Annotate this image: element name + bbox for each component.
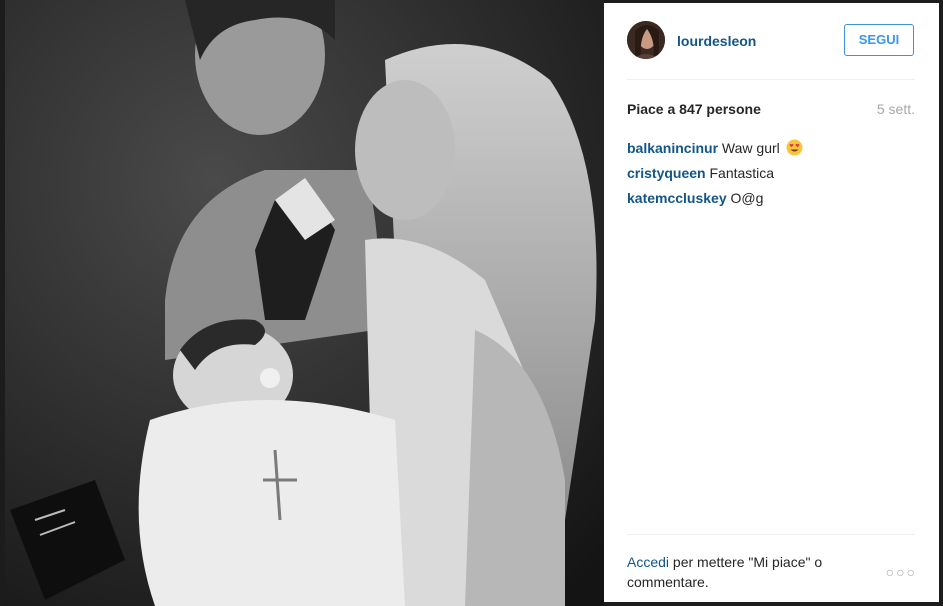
post-header: lourdesleon SEGUI	[604, 3, 939, 81]
comment-item: cristyqueen Fantastica	[627, 163, 917, 188]
username-link[interactable]: lourdesleon	[677, 33, 756, 49]
login-link[interactable]: Accedi	[627, 554, 669, 570]
comment-text: O@g	[730, 190, 764, 206]
comments-list: balkanincinur Waw gurl cristyqueen Fanta…	[627, 138, 917, 213]
more-options-icon[interactable]: ○○○	[886, 564, 917, 580]
user-avatar[interactable]	[627, 21, 665, 59]
comment-text: Fantastica	[709, 165, 775, 181]
login-prompt: Accedi per mettere "Mi piace" o commenta…	[627, 552, 867, 592]
likes-count[interactable]: Piace a 847 persone	[627, 101, 761, 117]
comment-author[interactable]: cristyqueen	[627, 165, 706, 181]
heart-eyes-emoji-icon	[786, 139, 803, 156]
header-divider	[627, 79, 915, 80]
comment-author[interactable]: balkanincinur	[627, 140, 718, 156]
comment-text: Waw gurl	[721, 140, 780, 156]
comment-item: katemccluskey O@g	[627, 188, 917, 213]
post-photo[interactable]	[5, 0, 604, 606]
footer-divider	[627, 534, 915, 535]
comment-author[interactable]: katemccluskey	[627, 190, 727, 206]
comment-item: balkanincinur Waw gurl	[627, 138, 917, 163]
follow-button[interactable]: SEGUI	[844, 24, 914, 56]
post-timestamp[interactable]: 5 sett.	[877, 101, 915, 117]
post-modal: lourdesleon SEGUI Piace a 847 persone 5 …	[0, 0, 943, 606]
post-side-panel: lourdesleon SEGUI Piace a 847 persone 5 …	[604, 3, 939, 602]
